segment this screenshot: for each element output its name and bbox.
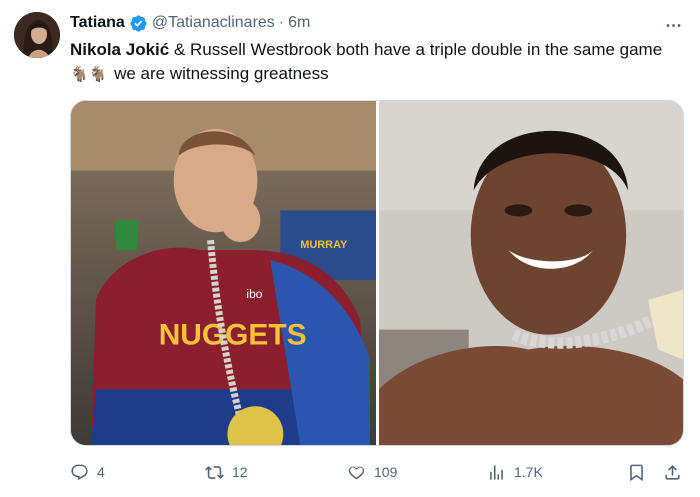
separator-dot: ·: [278, 14, 285, 31]
author-handle[interactable]: @Tatianaclinares: [152, 14, 275, 32]
share-button[interactable]: [663, 458, 690, 486]
avatar[interactable]: [14, 12, 60, 58]
tweet-text-part2: we are witnessing greatness: [109, 64, 329, 83]
tweet[interactable]: Tatiana @Tatianaclinares · 6m Nikola Jok…: [0, 0, 700, 497]
repost-count: 12: [232, 464, 248, 480]
tweet-header: Tatiana @Tatianaclinares · 6m: [70, 12, 310, 34]
like-button[interactable]: 109: [347, 458, 397, 486]
repost-icon: [205, 465, 224, 479]
tweet-text-part1: & Russell Westbrook both have a triple d…: [169, 40, 663, 59]
author-name[interactable]: Tatiana: [70, 14, 125, 32]
repost-button[interactable]: 12: [205, 458, 248, 486]
media-image-jokic[interactable]: MURRAY NUGGETS ibo: [71, 101, 376, 445]
share-icon: [665, 464, 680, 480]
like-icon: [348, 466, 365, 479]
views-icon: [490, 464, 503, 480]
more-icon[interactable]: [662, 14, 684, 36]
media-image-westbrook[interactable]: [379, 101, 683, 445]
action-bar: 4 12 109 1.7K: [0, 458, 700, 486]
jersey-text: NUGGETS: [159, 319, 307, 352]
tweet-text: Nikola Jokić & Russell Westbrook both ha…: [70, 38, 682, 87]
timestamp[interactable]: 6m: [288, 14, 310, 32]
verified-badge-icon: [129, 14, 148, 33]
views-count: 1.7K: [514, 464, 543, 480]
sponsor-text: ibo: [246, 287, 262, 301]
views-button[interactable]: 1.7K: [487, 458, 543, 486]
goat-emoji: 🐐🐐: [70, 66, 108, 83]
bookmark-button[interactable]: [627, 458, 654, 486]
tweet-text-bold: Nikola Jokić: [70, 40, 170, 59]
reply-icon: [71, 464, 88, 480]
reply-count: 4: [97, 464, 105, 480]
media-grid: MURRAY NUGGETS ibo: [70, 100, 684, 446]
like-count: 109: [374, 464, 398, 480]
reply-button[interactable]: 4: [70, 458, 105, 486]
screen-text: MURRAY: [300, 239, 348, 251]
bookmark-icon: [630, 464, 643, 481]
